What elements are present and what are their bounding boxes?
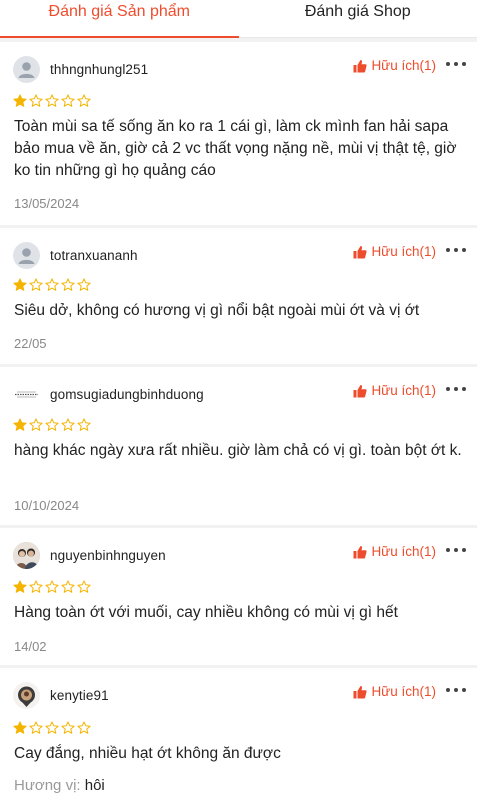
thumbs-up-icon xyxy=(353,245,367,259)
helpful-label: Hữu ích(1) xyxy=(371,684,436,699)
star-empty-icon xyxy=(29,721,43,735)
avatar[interactable] xyxy=(13,242,40,269)
star-empty-icon xyxy=(45,94,59,108)
star-empty-icon xyxy=(61,721,75,735)
attribute-value: hôi xyxy=(85,777,105,794)
review-header: thhngnhungl251 xyxy=(13,55,148,83)
review-item: totranxuananh Hữu ích(1) Siêu dở, không … xyxy=(0,228,477,364)
star-empty-icon xyxy=(77,278,91,292)
review-text: hàng khác ngày xưa rất nhiều. giờ làm ch… xyxy=(14,440,463,462)
star-filled-icon xyxy=(13,94,27,108)
review-item: nguyenbinhnguyen Hữu ích(1) Hàng toàn ớt… xyxy=(0,528,477,665)
avatar[interactable] xyxy=(13,542,40,569)
review-date: 13/05/2024 xyxy=(14,196,79,211)
review-username[interactable]: totranxuananh xyxy=(50,248,138,263)
star-empty-icon xyxy=(29,278,43,292)
tab-product-reviews[interactable]: Đánh giá Sản phẩm xyxy=(0,0,239,37)
more-options-icon[interactable] xyxy=(446,242,466,258)
rating-stars xyxy=(13,721,91,735)
rating-stars xyxy=(13,418,91,432)
helpful-button[interactable]: Hữu ích(1) xyxy=(353,244,436,259)
avatar[interactable] xyxy=(13,56,40,83)
rating-stars xyxy=(13,278,91,292)
helpful-label: Hữu ích(1) xyxy=(371,544,436,559)
thumbs-up-icon xyxy=(353,685,367,699)
rating-stars xyxy=(13,580,91,594)
review-text: Toàn mùi sa tế sống ăn ko ra 1 cái gì, l… xyxy=(14,116,463,182)
star-empty-icon xyxy=(61,418,75,432)
helpful-button[interactable]: Hữu ích(1) xyxy=(353,544,436,559)
review-text: Cay đắng, nhiều hạt ớt không ăn được xyxy=(14,743,463,765)
review-attribute: Hương vị: hôi xyxy=(14,777,105,794)
star-filled-icon xyxy=(13,721,27,735)
review-date: 14/02 xyxy=(14,639,47,654)
helpful-button[interactable]: Hữu ích(1) xyxy=(353,383,436,398)
review-username[interactable]: nguyenbinhnguyen xyxy=(50,548,166,563)
helpful-label: Hữu ích(1) xyxy=(371,383,436,398)
thumbs-up-icon xyxy=(353,384,367,398)
star-empty-icon xyxy=(77,580,91,594)
star-empty-icon xyxy=(45,418,59,432)
star-filled-icon xyxy=(13,278,27,292)
review-date: 22/05 xyxy=(14,336,47,351)
star-empty-icon xyxy=(77,721,91,735)
star-filled-icon xyxy=(13,418,27,432)
star-empty-icon xyxy=(77,418,91,432)
thumbs-up-icon xyxy=(353,59,367,73)
star-empty-icon xyxy=(77,94,91,108)
review-header: totranxuananh xyxy=(13,241,138,269)
review-date: 10/10/2024 xyxy=(14,498,79,513)
helpful-button[interactable]: Hữu ích(1) xyxy=(353,58,436,73)
default-avatar-icon xyxy=(13,56,40,83)
star-empty-icon xyxy=(61,278,75,292)
star-empty-icon xyxy=(29,580,43,594)
star-empty-icon xyxy=(45,580,59,594)
more-options-icon[interactable] xyxy=(446,542,466,558)
photo-avatar-icon xyxy=(13,682,40,709)
star-empty-icon xyxy=(61,94,75,108)
thumbs-up-icon xyxy=(353,545,367,559)
star-empty-icon xyxy=(29,94,43,108)
avatar[interactable] xyxy=(13,682,40,709)
avatar[interactable] xyxy=(13,381,40,408)
more-options-icon[interactable] xyxy=(446,381,466,397)
review-username[interactable]: thhngnhungl251 xyxy=(50,62,148,77)
review-item: gomsugiadungbinhduong Hữu ích(1) hàng kh… xyxy=(0,367,477,525)
more-options-icon[interactable] xyxy=(446,682,466,698)
photo-avatar-icon xyxy=(13,542,40,569)
review-header: kenytie91 xyxy=(13,681,109,709)
review-header: gomsugiadungbinhduong xyxy=(13,380,204,408)
star-empty-icon xyxy=(61,580,75,594)
helpful-button[interactable]: Hữu ích(1) xyxy=(353,684,436,699)
rating-stars xyxy=(13,94,91,108)
helpful-label: Hữu ích(1) xyxy=(371,58,436,73)
star-empty-icon xyxy=(45,278,59,292)
helpful-label: Hữu ích(1) xyxy=(371,244,436,259)
review-item: thhngnhungl251 Hữu ích(1) Toàn mùi sa tế… xyxy=(0,42,477,225)
star-empty-icon xyxy=(45,721,59,735)
attribute-label: Hương vị: xyxy=(14,777,81,794)
review-text: Hàng toàn ớt với muối, cay nhiều không c… xyxy=(14,602,463,624)
review-tabs: Đánh giá Sản phẩm Đánh giá Shop xyxy=(0,0,477,38)
review-text: Siêu dở, không có hương vị gì nổi bật ng… xyxy=(14,300,463,322)
star-filled-icon xyxy=(13,580,27,594)
star-empty-icon xyxy=(29,418,43,432)
tab-shop-reviews[interactable]: Đánh giá Shop xyxy=(239,0,477,37)
more-options-icon[interactable] xyxy=(446,56,466,72)
review-username[interactable]: kenytie91 xyxy=(50,688,109,703)
shop-logo-icon xyxy=(13,381,40,408)
review-username[interactable]: gomsugiadungbinhduong xyxy=(50,387,204,402)
review-header: nguyenbinhnguyen xyxy=(13,541,166,569)
review-item: kenytie91 Hữu ích(1) Cay đắng, nhiều hạt… xyxy=(0,668,477,808)
default-avatar-icon xyxy=(13,242,40,269)
